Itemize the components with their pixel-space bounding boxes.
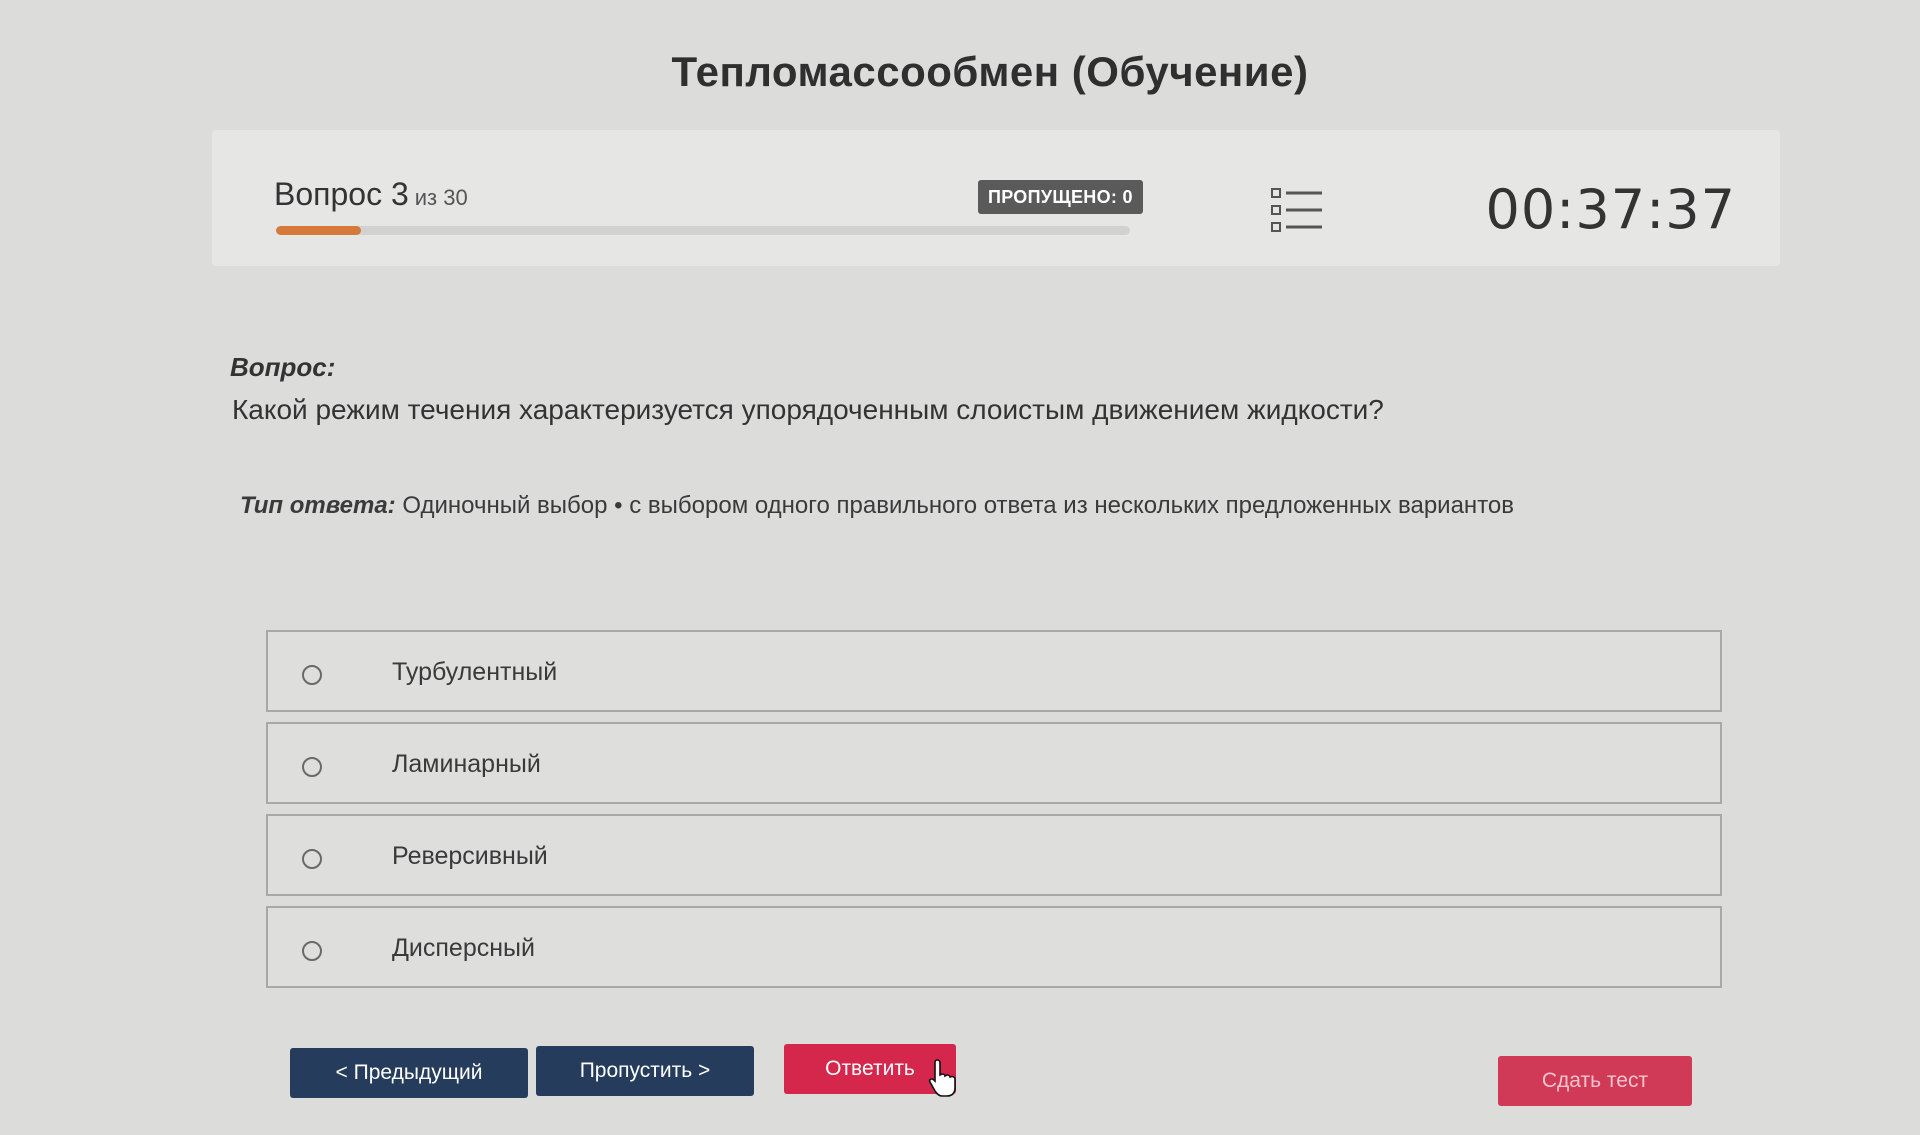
option-turbulent[interactable]: Турбулентный: [266, 630, 1722, 712]
progress-bar: [276, 226, 1130, 235]
radio-button[interactable]: [302, 849, 322, 869]
list-icon[interactable]: [1270, 186, 1324, 234]
status-panel: Вопрос 3 из 30 ПРОПУЩЕНО: 0 00:37:37: [212, 130, 1780, 266]
submit-test-button[interactable]: Сдать тест: [1498, 1056, 1692, 1106]
option-reversive[interactable]: Реверсивный: [266, 814, 1722, 896]
option-label: Дисперсный: [392, 934, 535, 962]
answer-type-label: Тип ответа:: [240, 492, 396, 519]
radio-button[interactable]: [302, 665, 322, 685]
answer-type-value: Одиночный выбор • с выбором одного прави…: [402, 492, 1515, 519]
option-label: Ламинарный: [392, 750, 541, 778]
question-text: Какой режим течения характеризуется упор…: [232, 394, 1384, 425]
option-laminar[interactable]: Ламинарный: [266, 722, 1722, 804]
question-label: Вопрос:: [230, 352, 336, 382]
progress-fill: [276, 226, 362, 235]
option-label: Турбулентный: [392, 658, 558, 686]
hand-pointer-icon: [928, 1059, 956, 1097]
radio-button[interactable]: [302, 757, 322, 777]
answer-type: Тип ответа: Одиночный выбор • с выбором …: [240, 492, 1514, 520]
radio-button[interactable]: [302, 941, 322, 961]
option-label: Реверсивный: [392, 842, 548, 870]
timer: 00:37:37: [1485, 178, 1736, 241]
page-title: Тепломассообмен (Обучение): [671, 48, 1309, 95]
question-counter: Вопрос 3 из 30: [274, 176, 468, 213]
answer-options: Турбулентный Ламинарный Реверсивный Дисп…: [266, 630, 1722, 998]
previous-button[interactable]: < Предыдущий: [290, 1048, 528, 1098]
question-number: Вопрос 3: [274, 176, 409, 212]
option-dispersed[interactable]: Дисперсный: [266, 906, 1722, 988]
skipped-badge: ПРОПУЩЕНО: 0: [978, 180, 1143, 214]
question-total: из 30: [414, 185, 468, 210]
skip-button[interactable]: Пропустить >: [536, 1046, 754, 1096]
